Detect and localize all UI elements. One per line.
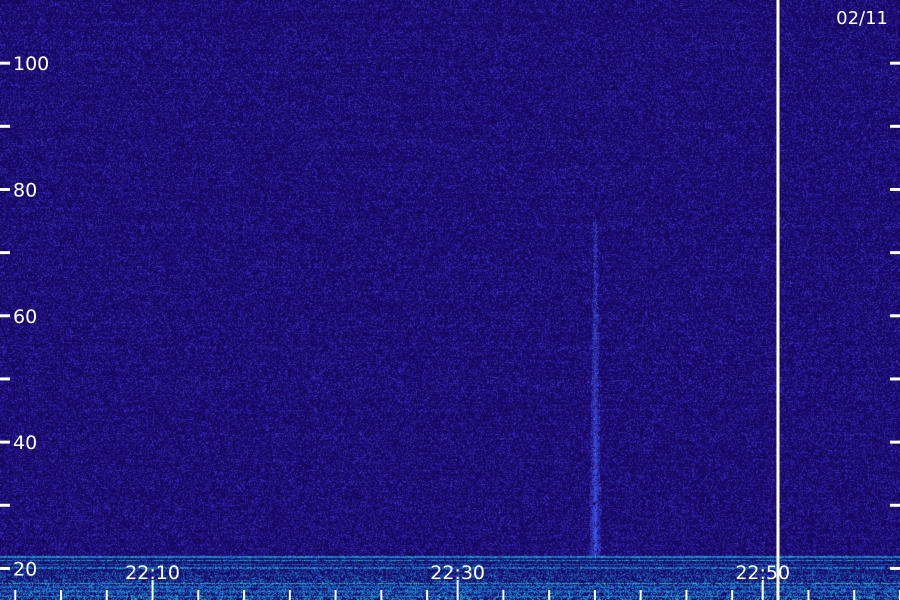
y-axis-right xyxy=(890,61,900,570)
y-tick-label: 80 xyxy=(13,179,37,201)
spectrogram-overlay: 100 80 60 40 20 22:10 22:30 22:50 02/11 xyxy=(0,0,900,600)
x-tick-label: 22:30 xyxy=(430,562,485,584)
y-tick-label: 40 xyxy=(13,432,37,454)
x-axis: 22:10 22:30 22:50 xyxy=(14,562,900,600)
y-tick-label: 100 xyxy=(13,53,49,75)
x-tick-label: 22:50 xyxy=(735,562,790,584)
spectrogram-chart: 100 80 60 40 20 22:10 22:30 22:50 02/11 xyxy=(0,0,900,600)
date-label: 02/11 xyxy=(836,8,888,29)
y-tick-label: 20 xyxy=(13,558,37,580)
y-tick-label: 60 xyxy=(13,306,37,328)
x-tick-label: 22:10 xyxy=(125,562,180,584)
y-axis-left: 100 80 60 40 20 xyxy=(0,53,49,580)
